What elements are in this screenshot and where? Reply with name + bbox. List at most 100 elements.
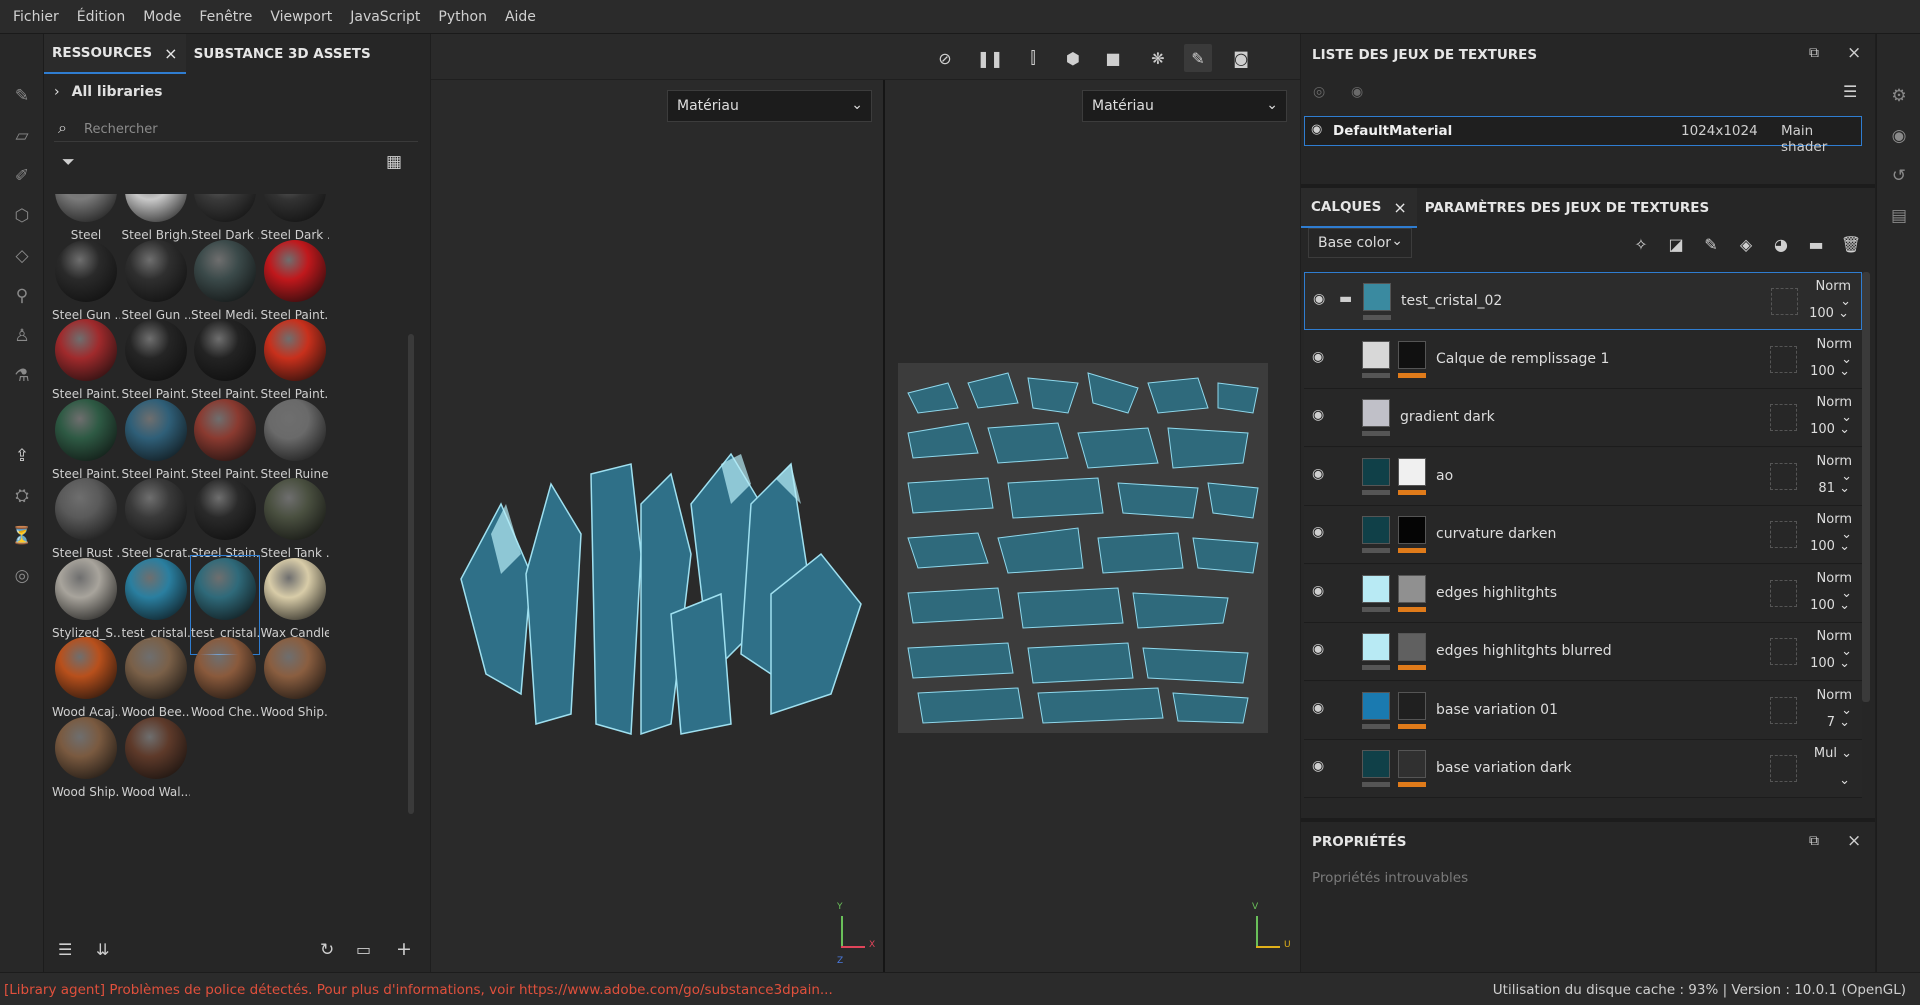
symmetry-icon[interactable]: ⫿ [1019,44,1047,72]
layer-mask-slot[interactable] [1770,404,1797,431]
opacity-field[interactable]: 100 ⌄ [1799,306,1849,321]
paint-brush-icon[interactable]: ✎ [10,84,34,108]
layer-row[interactable]: ◉ edges highlitghts blurred Norm ⌄ 100 ⌄ [1304,623,1862,681]
visibility-eye-icon[interactable]: ◉ [1312,407,1334,423]
tab-resources[interactable]: RESSOURCES × [44,34,186,74]
blend-mode-select[interactable]: Norm ⌄ [1801,279,1851,309]
visibility-eye-icon[interactable]: ◉ [1313,291,1335,307]
add-paint-layer-icon[interactable]: ✎ [1697,230,1725,258]
visibility-eye-icon[interactable]: ◉ [1312,583,1334,599]
visibility-eye-icon[interactable]: ◉ [1312,700,1334,716]
camera-icon[interactable]: ■ [1099,44,1127,72]
tab-texture-set-params[interactable]: PARAMÈTRES DES JEUX DE TEXTURES [1417,188,1718,228]
delete-icon[interactable]: 🗑 [1837,230,1865,258]
blend-mode-select[interactable]: Norm ⌄ [1802,337,1852,367]
menu-item-0[interactable]: Fichier [4,9,68,25]
layer-mask-slot[interactable] [1770,755,1797,782]
viewport-left-mode-select[interactable]: Matériau ⌄ [667,90,872,122]
material-tile[interactable]: Wood Wal... [122,715,190,813]
menu-item-1[interactable]: Édition [68,9,134,25]
hidden-eye-icon[interactable]: ◎ [1313,84,1325,100]
menu-item-4[interactable]: Viewport [261,9,341,25]
layer-mask-slot[interactable] [1770,638,1797,665]
smudge-icon[interactable]: ⚲ [10,284,34,308]
close-icon[interactable]: × [1393,198,1406,217]
layer-row[interactable]: ◉ gradient dark Norm ⌄ 100 ⌄ [1304,389,1862,447]
visibility-eye-icon[interactable]: ◉ [1312,524,1334,540]
history-icon[interactable]: ↺ [1887,164,1911,188]
opacity-field[interactable]: 81 ⌄ [1800,481,1850,496]
material-tile[interactable]: Wood Ship... [52,715,120,813]
screenshot-icon[interactable]: ◙ [1227,44,1255,72]
visibility-eye-icon[interactable]: ◉ [1312,758,1334,774]
layer-mask-slot[interactable] [1770,696,1797,724]
opacity-field[interactable]: ⌄ [1800,773,1850,788]
visibility-eye-icon[interactable]: ◉ [1312,349,1334,365]
hide-icon[interactable]: ⊘ [931,44,959,72]
eraser-icon[interactable]: ▱ [10,124,34,148]
import-icon[interactable]: ⇊ [96,940,109,959]
blend-mode-select[interactable]: Norm ⌄ [1802,454,1852,484]
blend-mode-select[interactable]: Norm ⌄ [1802,571,1852,601]
folder-icon[interactable]: ▭ [356,940,371,959]
polygon-fill-icon[interactable]: ◇ [10,244,34,268]
export-icon[interactable]: ⇪ [10,444,34,468]
add-fill-layer-icon[interactable]: ◈ [1732,230,1760,258]
layer-row[interactable]: ◉ ▬ test_cristal_02 Norm ⌄ 100 ⌄ [1304,272,1862,330]
visibility-eye-icon[interactable]: ◉ [1311,122,1322,137]
menu-item-5[interactable]: JavaScript [341,9,429,25]
opacity-field[interactable]: 7 ⌄ [1800,715,1850,730]
tab-layers[interactable]: CALQUES × [1301,188,1417,228]
blend-mode-select[interactable]: Norm ⌄ [1802,512,1852,542]
filter-icon[interactable]: ⏷ [62,152,75,172]
eye-icon[interactable]: ◉ [1351,84,1363,100]
layer-mask-slot[interactable] [1770,462,1797,490]
smart-material-icon[interactable]: ◕ [1767,230,1795,258]
add-folder-icon[interactable]: ▬ [1802,230,1830,258]
layer-mask-slot[interactable] [1771,288,1798,315]
pause-icon[interactable]: ❚❚ [976,44,1004,72]
menu-item-3[interactable]: Fenêtre [190,9,261,25]
layer-mask-slot[interactable] [1770,579,1797,607]
status-message[interactable]: [Library agent] Problèmes de police déte… [4,982,833,998]
opacity-field[interactable]: 100 ⌄ [1800,364,1850,379]
add-mask-icon[interactable]: ◪ [1662,230,1690,258]
color-picker-icon[interactable]: ⚗ [10,364,34,388]
paint-mode-icon[interactable]: ✎ [1184,44,1212,72]
plugin-icon[interactable]: ◎ [10,564,34,588]
opacity-field[interactable]: 100 ⌄ [1800,422,1850,437]
clone-icon[interactable]: ♙ [10,324,34,348]
close-icon[interactable]: × [1847,43,1861,63]
blend-mode-select[interactable]: Norm ⌄ [1802,629,1852,659]
close-icon[interactable]: × [164,44,177,63]
settings-icon[interactable]: ⚙ [1887,84,1911,108]
visibility-eye-icon[interactable]: ◉ [1312,466,1334,482]
maximize-icon[interactable]: ⧉ [1809,45,1819,61]
layer-row[interactable]: ◉ curvature darken Norm ⌄ 100 ⌄ [1304,506,1862,564]
visibility-eye-icon[interactable]: ◉ [1312,641,1334,657]
search-input[interactable]: Rechercher [84,122,158,137]
menu-icon[interactable]: ☰ [1843,82,1857,101]
close-icon[interactable]: × [1847,831,1861,851]
channel-select[interactable]: Base color ⌄ [1308,228,1412,258]
opacity-field[interactable]: 100 ⌄ [1800,656,1850,671]
opacity-field[interactable]: 100 ⌄ [1800,539,1850,554]
timeline-icon[interactable]: ⏳ [10,524,34,548]
blend-mode-select[interactable]: Mul ⌄ [1802,746,1852,761]
material-tile[interactable]: Wood Che... [191,635,259,733]
maximize-icon[interactable]: ⧉ [1809,833,1819,849]
menu-item-6[interactable]: Python [429,9,496,25]
projection-icon[interactable]: ✐ [10,164,34,188]
viewport-3d[interactable]: Y X Z [431,34,883,972]
view-cube-icon[interactable]: ⬢ [1059,44,1087,72]
viewport-right-mode-select[interactable]: Matériau ⌄ [1082,90,1287,122]
menu-item-2[interactable]: Mode [134,9,190,25]
layer-row[interactable]: ◉ edges highlitghts Norm ⌄ 100 ⌄ [1304,564,1862,623]
list-view-icon[interactable]: ☰ [58,940,72,959]
material-tile[interactable]: Wood Ship... [261,635,329,733]
geometry-mask-icon[interactable]: ⬡ [10,204,34,228]
log-icon[interactable]: ▤ [1887,204,1911,228]
library-breadcrumb[interactable]: › All libraries [54,84,162,100]
layer-row[interactable]: ◉ ao Norm ⌄ 81 ⌄ [1304,447,1862,506]
layer-mask-slot[interactable] [1770,521,1797,548]
